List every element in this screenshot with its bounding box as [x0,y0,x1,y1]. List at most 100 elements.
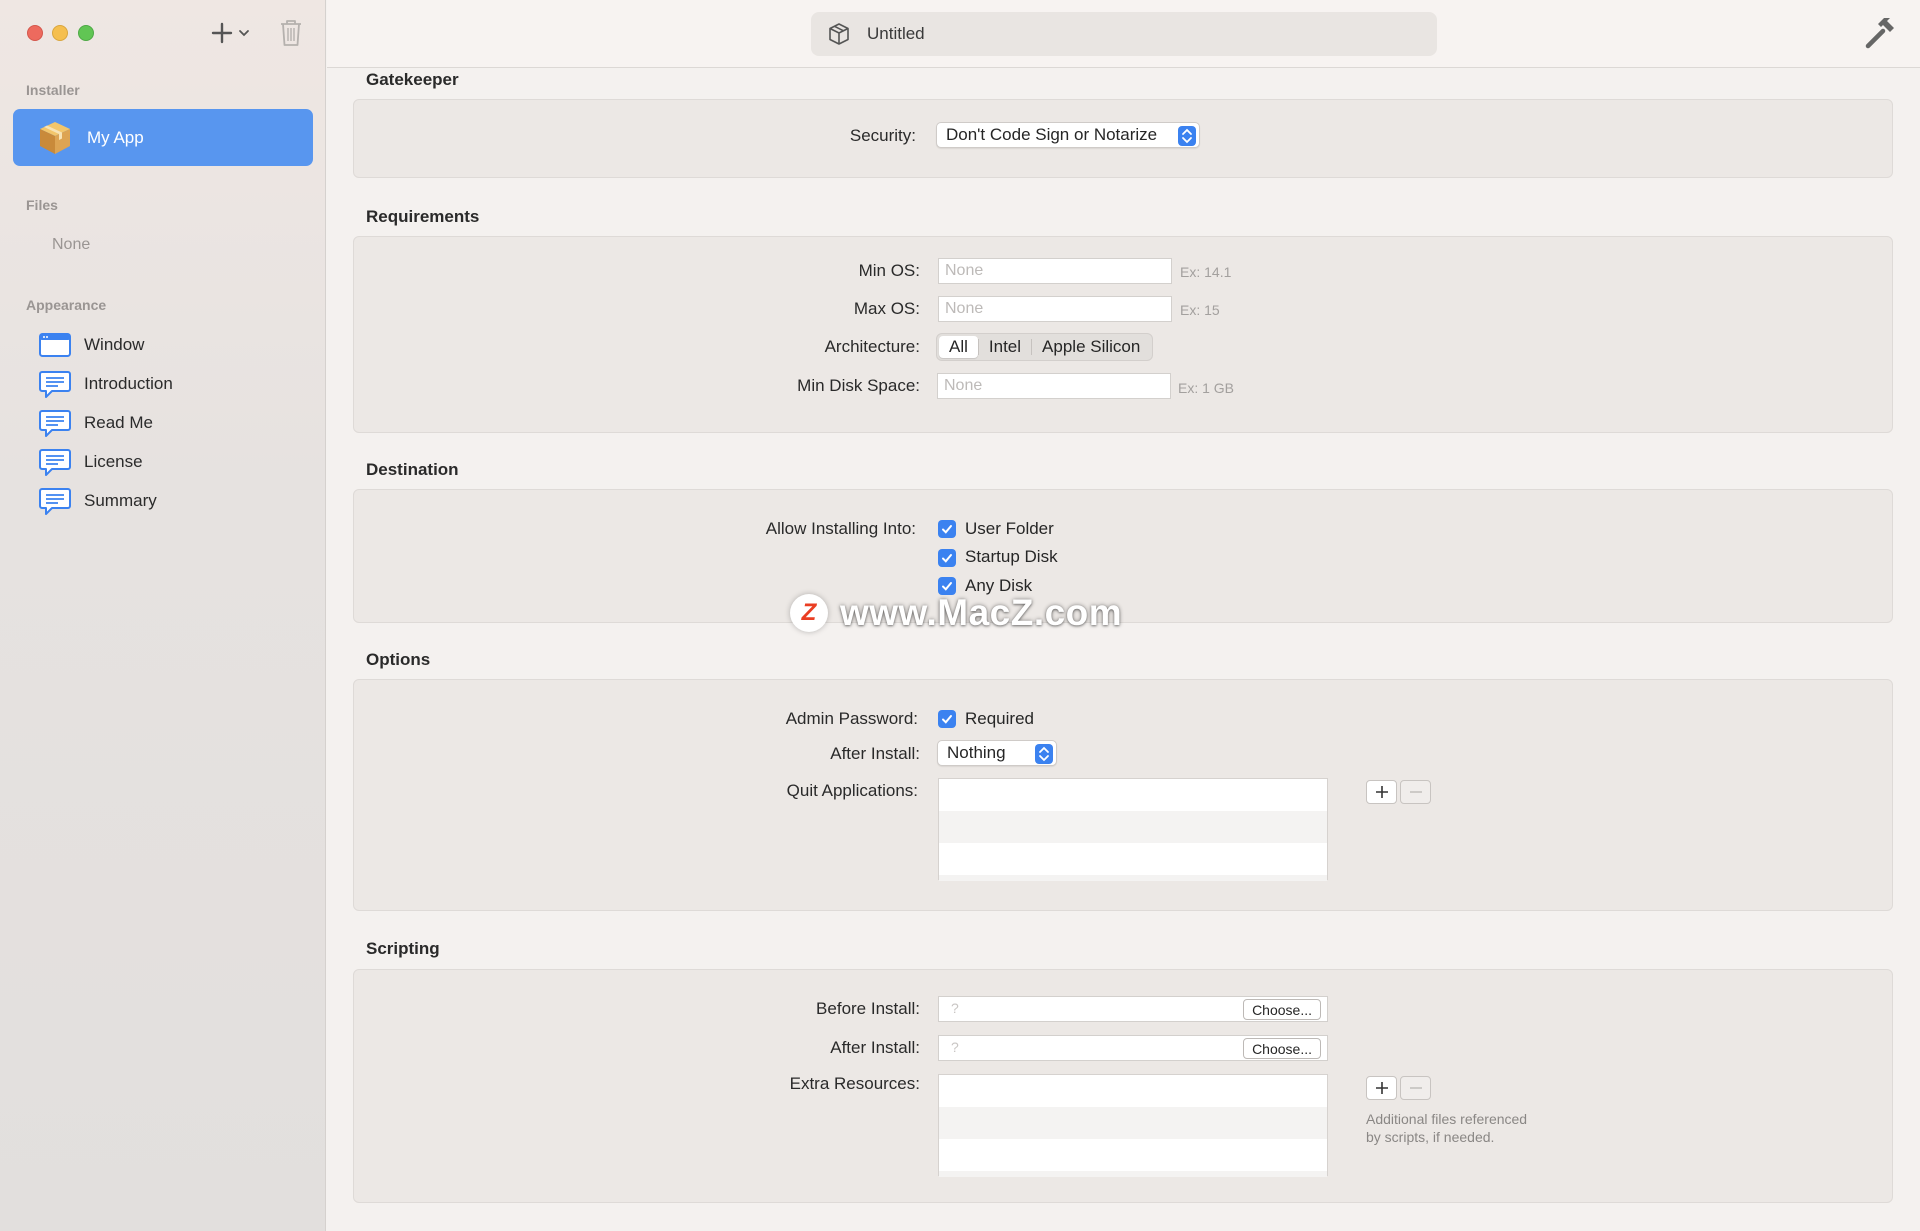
extra-resources-add-button[interactable] [1366,1076,1397,1100]
popup-arrows-icon [1178,126,1196,146]
sidebar-section-appearance: Appearance [26,297,107,313]
package-outline-icon [829,23,849,45]
content-area: Gatekeeper Security: Don't Code Sign or … [327,69,1920,1231]
min-disk-space-label: Min Disk Space: [797,376,920,395]
plus-icon [1375,786,1388,798]
sidebar-item-label: Read Me [84,413,153,432]
trash-icon [281,20,301,46]
minus-icon [1409,1087,1422,1089]
sidebar-item-license[interactable]: License [38,445,308,479]
after-install-popup[interactable]: Nothing [937,740,1057,766]
startup-disk-checkbox[interactable] [938,549,956,567]
trash-button[interactable] [278,18,304,50]
build-hammer-icon[interactable] [1864,16,1898,50]
speech-bubble-icon [39,488,71,515]
watermark-badge: Z [790,594,828,632]
quit-apps-add-button[interactable] [1366,780,1397,804]
min-os-label: Min OS: [858,261,920,280]
speech-bubble-icon [39,449,71,476]
user-folder-label: User Folder [965,519,1054,538]
section-title-gatekeeper: Gatekeeper [366,70,459,89]
sidebar-item-label: License [84,452,143,471]
min-disk-space-hint: Ex: 1 GB [1178,380,1235,396]
plus-icon [211,22,233,44]
admin-password-label: Admin Password: [785,709,918,728]
startup-disk-label: Startup Disk [965,547,1058,566]
list-row [939,1171,1327,1177]
toolbar: Untitled [327,0,1920,68]
arch-option-apple-silicon[interactable]: Apple Silicon [1032,336,1150,358]
admin-password-checkbox[interactable] [938,710,956,728]
list-row [939,875,1327,881]
after-install-path-field[interactable]: ? Choose... [938,1035,1328,1061]
security-label: Security: [849,126,916,145]
note-line: Additional files referenced [1366,1111,1528,1127]
architecture-segmented-control[interactable]: All Intel Apple Silicon [936,333,1154,361]
before-install-label: Before Install: [816,999,920,1018]
max-os-hint: Ex: 15 [1180,302,1220,318]
popup-arrows-icon [1035,744,1053,764]
allow-installing-into-label: Allow Installing Into: [765,519,916,538]
scripting-panel: Before Install: ? Choose... After Instal… [353,969,1893,1203]
admin-password-value: Required [965,709,1034,728]
sidebar-item-summary[interactable]: Summary [38,484,308,518]
min-os-field[interactable]: None [938,258,1172,284]
max-os-label: Max OS: [853,299,920,318]
section-title-scripting: Scripting [366,939,440,958]
note-line: by scripts, if needed. [1366,1129,1495,1145]
section-title-requirements: Requirements [366,207,480,226]
checkmark-icon [942,525,952,534]
sidebar-item-my-app[interactable]: My App [13,109,313,166]
unknown-file-icon: ? [951,1000,959,1016]
quit-applications-label: Quit Applications: [786,781,918,800]
close-window-button[interactable] [27,25,43,41]
extra-resources-label: Extra Resources: [789,1074,920,1093]
sidebar-item-label: Introduction [84,374,173,393]
plus-icon [1375,1082,1388,1094]
requirements-panel: Min OS: None Ex: 14.1 Max OS: None Ex: 1… [353,236,1893,433]
security-value: Don't Code Sign or Notarize [946,125,1158,144]
zoom-window-button[interactable] [78,25,94,41]
quit-apps-remove-button[interactable] [1400,780,1431,804]
minimize-window-button[interactable] [52,25,68,41]
max-os-field[interactable]: None [938,296,1172,322]
speech-bubble-icon [39,410,71,437]
after-install-choose-button[interactable]: Choose... [1243,1038,1321,1059]
files-empty-label: None [52,236,91,253]
list-row [939,1107,1327,1139]
before-install-choose-button[interactable]: Choose... [1243,999,1321,1020]
package-icon [40,121,70,154]
sidebar: Installer My App Files None Appearance W… [0,0,326,1231]
quit-applications-list[interactable] [938,778,1328,881]
after-install-value: Nothing [947,743,1006,762]
arch-option-intel[interactable]: Intel [979,336,1031,358]
speech-bubble-icon [39,371,71,398]
sidebar-item-window[interactable]: Window [38,328,308,362]
before-install-path-field[interactable]: ? Choose... [938,996,1328,1022]
options-panel: Admin Password: Required After Install: … [353,679,1893,911]
after-install-script-label: After Install: [830,1038,920,1057]
unknown-file-icon: ? [951,1039,959,1055]
user-folder-checkbox[interactable] [938,520,956,538]
window-icon [39,333,71,357]
add-button[interactable] [210,18,256,48]
sidebar-section-installer: Installer [26,82,80,98]
extra-resources-remove-button[interactable] [1400,1076,1431,1100]
destination-panel: Allow Installing Into: User Folder Start… [353,489,1893,623]
gatekeeper-panel: Security: Don't Code Sign or Notarize [353,99,1893,178]
min-disk-space-field[interactable]: None [937,373,1171,399]
sidebar-item-introduction[interactable]: Introduction [38,367,308,401]
list-row [939,811,1327,843]
sidebar-item-label: Window [84,335,145,354]
arch-option-all[interactable]: All [939,336,978,358]
after-install-label: After Install: [830,744,920,763]
window-title: Untitled [867,24,925,43]
watermark: Z www.MacZ.com [790,592,1122,634]
window-title-field[interactable]: Untitled [811,12,1437,56]
extra-resources-list[interactable] [938,1074,1328,1177]
section-title-options: Options [366,650,431,669]
security-popup[interactable]: Don't Code Sign or Notarize [936,122,1200,148]
min-os-hint: Ex: 14.1 [1180,264,1232,280]
watermark-text: www.MacZ.com [840,592,1123,633]
sidebar-item-read-me[interactable]: Read Me [38,406,308,440]
